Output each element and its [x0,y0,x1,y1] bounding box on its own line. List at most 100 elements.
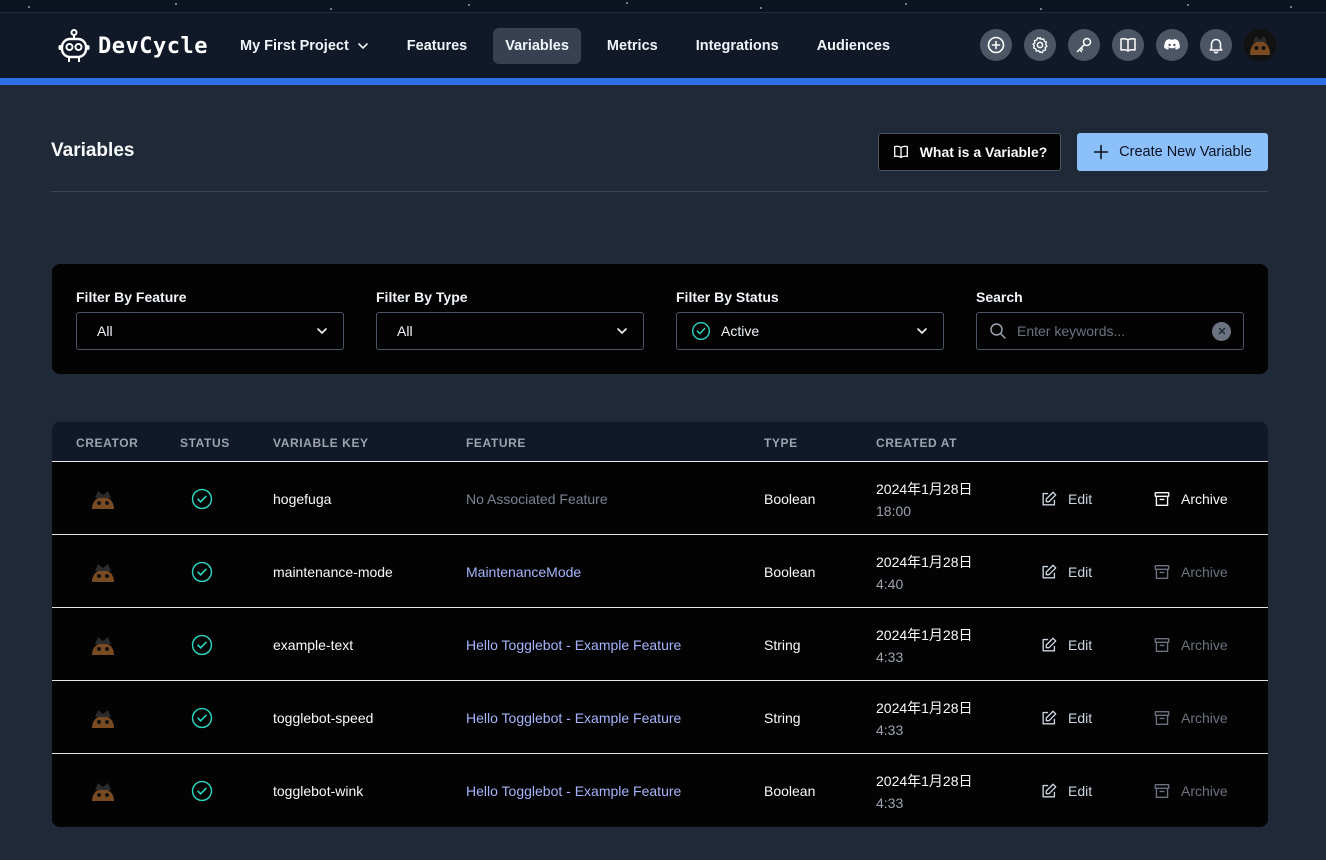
check-circle-icon [191,488,213,509]
status-active [191,535,213,608]
filter-status: Filter By Status Active [676,290,944,350]
header-variable-key: VARIABLE KEY [273,436,369,450]
gear-icon [1032,36,1048,54]
archive-label: Archive [1181,636,1228,653]
edit-icon [1042,710,1057,725]
clear-search-button[interactable] [1212,321,1231,341]
filter-feature-select[interactable]: All [76,312,344,350]
variable-key[interactable]: togglebot-wink [273,754,363,827]
header-creator: CREATOR [76,436,139,450]
check-circle-icon [691,321,711,341]
filter-type-select[interactable]: All [376,312,644,350]
creator-avatar-icon [92,782,114,801]
add-button[interactable] [980,29,1012,61]
check-circle-icon [191,561,213,582]
variable-key[interactable]: hogefuga [273,462,331,535]
nav-metrics[interactable]: Metrics [595,28,670,64]
filter-feature-value: All [97,323,113,339]
feature-name[interactable]: Hello Togglebot - Example Feature [466,608,681,681]
archive-icon [1154,783,1170,798]
created-time: 4:40 [876,575,904,592]
edit-button[interactable]: Edit [1040,462,1092,535]
archive-button[interactable]: Archive [1153,681,1228,754]
feature-name[interactable]: Hello Togglebot - Example Feature [466,754,681,827]
table-body: hogefuga No Associated Feature Boolean 2… [52,462,1268,827]
docs-button[interactable] [1112,29,1144,61]
archive-label: Archive [1181,782,1228,799]
devcycle-logo[interactable]: DevCycle [58,29,208,63]
header-accent-bar [0,78,1326,85]
what-is-variable-button[interactable]: What is a Variable? [878,133,1061,171]
user-avatar[interactable] [1244,29,1276,61]
table-row[interactable]: maintenance-mode MaintenanceMode Boolean… [52,535,1268,608]
archive-button[interactable]: Archive [1153,535,1228,608]
variable-type: Boolean [764,782,816,799]
create-variable-label: Create New Variable [1119,144,1252,160]
variable-key[interactable]: maintenance-mode [273,535,393,608]
settings-button[interactable] [1024,29,1056,61]
check-circle-icon [191,707,213,728]
nav-variables[interactable]: Variables [493,28,581,64]
filter-status-select[interactable]: Active [676,312,944,350]
creator-avatar-icon [92,490,114,509]
book-icon [1120,37,1136,52]
creator-avatar-icon [92,636,114,655]
table-row[interactable]: hogefuga No Associated Feature Boolean 2… [52,462,1268,535]
header-status: STATUS [180,436,230,450]
project-name: My First Project [240,38,349,54]
variable-key[interactable]: example-text [273,608,353,681]
chevron-down-icon [317,328,327,335]
status-active [191,608,213,681]
table-row[interactable]: togglebot-wink Hello Togglebot - Example… [52,754,1268,827]
edit-button[interactable]: Edit [1040,681,1092,754]
variables-table: CREATOR STATUS VARIABLE KEY FEATURE TYPE… [52,422,1268,827]
edit-button[interactable]: Edit [1040,535,1092,608]
archive-button[interactable]: Archive [1153,608,1228,681]
variable-type: Boolean [764,563,816,580]
filter-feature-label: Filter By Feature [76,289,187,305]
bell-icon [1209,38,1223,54]
edit-label: Edit [1068,782,1093,799]
api-keys-button[interactable] [1068,29,1100,61]
created-date: 2024年1月28日 [876,772,973,789]
archive-label: Archive [1181,563,1228,580]
edit-label: Edit [1068,709,1093,726]
header-feature: FEATURE [466,436,526,450]
filter-panel: Filter By Feature All Filter By Type All… [52,264,1268,374]
feature-name[interactable]: Hello Togglebot - Example Feature [466,681,681,754]
nav-audiences[interactable]: Audiences [805,28,902,64]
create-variable-button[interactable]: Create New Variable [1077,133,1268,171]
archive-button[interactable]: Archive [1153,754,1228,827]
key-icon [1076,37,1092,53]
nav-features[interactable]: Features [395,28,479,64]
chevron-down-icon [617,328,627,335]
nav-integrations[interactable]: Integrations [684,28,791,64]
edit-label: Edit [1068,563,1093,580]
created-time: 18:00 [876,502,912,519]
status-active [191,681,213,754]
variable-key[interactable]: togglebot-speed [273,681,373,754]
table-row[interactable]: togglebot-speed Hello Togglebot - Exampl… [52,681,1268,754]
creator-avatar [89,754,117,827]
creator-avatar [89,535,117,608]
feature-name[interactable]: MaintenanceMode [466,535,581,608]
creator-avatar [89,681,117,754]
header-type: TYPE [764,436,798,450]
notifications-button[interactable] [1200,29,1232,61]
created-time: 4:33 [876,794,904,811]
edit-button[interactable]: Edit [1040,754,1092,827]
main-nav: My First Project Features Variables Metr… [228,28,916,64]
title-divider [51,191,1268,192]
creator-avatar-icon [92,709,114,728]
status-active [191,462,213,535]
archive-button[interactable]: Archive [1153,462,1228,535]
edit-button[interactable]: Edit [1040,608,1092,681]
created-time: 4:33 [876,721,904,738]
filter-search: Search [976,290,1244,350]
discord-button[interactable] [1156,29,1188,61]
search-input[interactable] [1017,323,1202,339]
header-created-at: CREATED AT [876,436,958,450]
archive-label: Archive [1181,490,1228,507]
table-row[interactable]: example-text Hello Togglebot - Example F… [52,608,1268,681]
project-selector[interactable]: My First Project [228,28,381,64]
